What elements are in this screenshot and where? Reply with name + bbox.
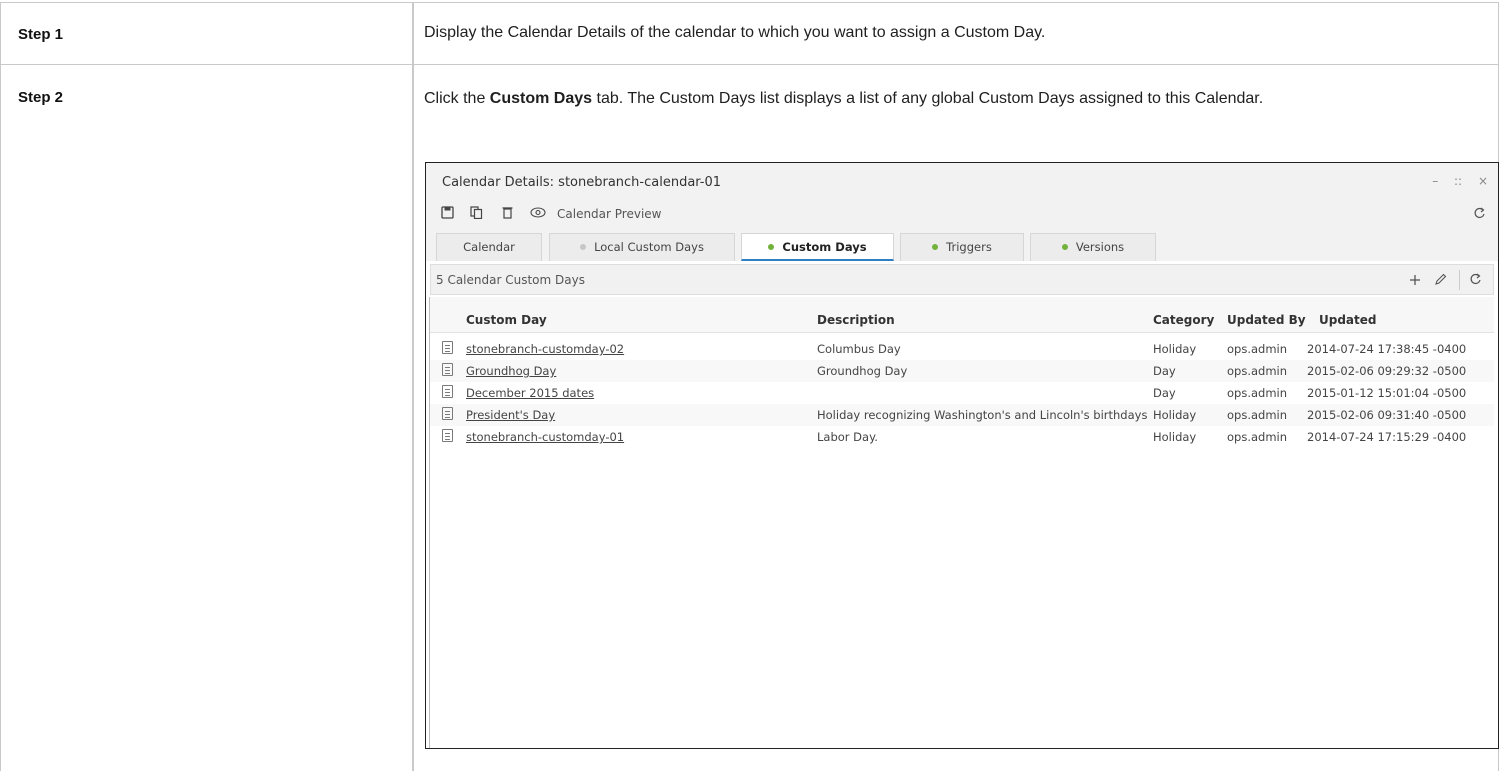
column-header-description[interactable]: Description <box>817 313 895 327</box>
tab-label: Custom Days <box>782 240 867 254</box>
updated-by-cell: ops.admin <box>1227 386 1288 400</box>
tab-label: Local Custom Days <box>594 240 704 254</box>
record-icon <box>442 429 453 442</box>
category-cell: Holiday <box>1153 408 1197 422</box>
table-row[interactable]: stonebranch-customday-01 Labor Day. Holi… <box>430 426 1494 448</box>
step-label: Step 2 <box>18 89 64 106</box>
step-label-cell: Step 2 <box>1 65 414 771</box>
updated-by-cell: ops.admin <box>1227 364 1288 378</box>
preview-eye-icon[interactable] <box>530 207 546 218</box>
column-header-category[interactable]: Category <box>1153 313 1214 327</box>
list-refresh-icon[interactable] <box>1469 273 1482 286</box>
category-cell: Day <box>1153 386 1176 400</box>
description-cell: Holiday recognizing Washington's and Lin… <box>817 408 1148 422</box>
table-row[interactable]: Groundhog Day Groundhog Day Day ops.admi… <box>430 360 1494 382</box>
tab-bar: Calendar Local Custom Days Custom Days T… <box>426 227 1498 261</box>
description-cell: Columbus Day <box>817 342 901 356</box>
tab-calendar[interactable]: Calendar <box>436 233 542 261</box>
list-header-bar: 5 Calendar Custom Days <box>430 264 1494 295</box>
step-description-cell: Display the Calendar Details of the cale… <box>416 3 1498 64</box>
delete-icon[interactable] <box>502 206 513 219</box>
updated-cell: 2015-02-06 09:31:40 -0500 <box>1307 408 1467 422</box>
step-label-cell: Step 1 <box>1 3 414 64</box>
category-cell: Holiday <box>1153 430 1197 444</box>
window-toolbar: Calendar Preview <box>426 201 1498 227</box>
description-cell: Labor Day. <box>817 430 878 444</box>
updated-by-cell: ops.admin <box>1227 408 1288 422</box>
record-icon <box>442 385 453 398</box>
calendar-details-window: Calendar Details: stonebranch-calendar-0… <box>425 162 1499 749</box>
updated-by-cell: ops.admin <box>1227 430 1288 444</box>
save-icon[interactable] <box>441 206 454 219</box>
record-icon <box>442 363 453 376</box>
column-header-updated[interactable]: Updated <box>1319 313 1377 327</box>
status-dot-icon <box>932 243 939 250</box>
window-title: Calendar Details: stonebranch-calendar-0… <box>442 175 722 190</box>
step-description: Display the Calendar Details of the cale… <box>424 24 1046 41</box>
updated-cell: 2015-01-12 15:01:04 -0500 <box>1307 386 1467 400</box>
tab-label: Versions <box>1075 240 1125 254</box>
custom-day-link[interactable]: President's Day <box>466 408 555 422</box>
custom-day-link[interactable]: Groundhog Day <box>466 364 556 378</box>
list-column-header: Custom Day Description Category Updated … <box>430 297 1494 333</box>
step-label: Step 1 <box>18 26 64 43</box>
tab-versions[interactable]: Versions <box>1030 233 1156 261</box>
record-icon <box>442 341 453 354</box>
category-cell: Day <box>1153 364 1176 378</box>
copy-icon[interactable] <box>470 206 483 219</box>
step-description: Click the Custom Days tab. The Custom Da… <box>424 89 1438 109</box>
updated-cell: 2015-02-06 09:29:32 -0500 <box>1307 364 1467 378</box>
category-cell: Holiday <box>1153 342 1197 356</box>
custom-day-link[interactable]: December 2015 dates <box>466 386 594 400</box>
maximize-icon[interactable]: :: <box>1454 174 1462 188</box>
updated-cell: 2014-07-24 17:38:45 -0400 <box>1307 342 1467 356</box>
window-controls: – :: × <box>1420 174 1488 188</box>
list-count: 5 Calendar Custom Days <box>436 273 585 287</box>
toolbar-divider <box>1459 270 1460 290</box>
tab-triggers[interactable]: Triggers <box>900 233 1024 261</box>
description-cell: Groundhog Day <box>817 364 908 378</box>
status-dot-icon <box>768 243 775 250</box>
table-row[interactable]: December 2015 dates Day ops.admin 2015-0… <box>430 382 1494 404</box>
close-icon[interactable]: × <box>1478 174 1488 188</box>
table-row[interactable]: stonebranch-customday-02 Columbus Day Ho… <box>430 338 1494 360</box>
custom-day-link[interactable]: stonebranch-customday-01 <box>466 430 624 444</box>
tab-label: Calendar <box>463 240 515 254</box>
step-text-bold: Custom Days <box>489 90 593 107</box>
record-icon <box>442 407 453 420</box>
tab-label: Triggers <box>946 240 992 254</box>
minimize-icon[interactable]: – <box>1432 174 1438 188</box>
updated-cell: 2014-07-24 17:15:29 -0400 <box>1307 430 1467 444</box>
edit-icon[interactable] <box>1434 273 1447 286</box>
calendar-preview-button[interactable]: Calendar Preview <box>557 207 661 221</box>
tab-custom-days[interactable]: Custom Days <box>741 233 894 261</box>
add-icon[interactable] <box>1409 274 1421 286</box>
step-text-pre: Click the <box>424 90 490 107</box>
column-header-updated-by[interactable]: Updated By <box>1227 313 1306 327</box>
refresh-icon[interactable] <box>1473 207 1486 220</box>
column-header-custom-day[interactable]: Custom Day <box>466 313 547 327</box>
custom-day-link[interactable]: stonebranch-customday-02 <box>466 342 624 356</box>
status-dot-icon <box>1061 243 1068 250</box>
status-dot-icon <box>580 243 587 250</box>
tab-local-custom-days[interactable]: Local Custom Days <box>549 233 735 261</box>
step-text-post: tab. The Custom Days list displays a lis… <box>592 90 1264 107</box>
step-row-1: Step 1 Display the Calendar Details of t… <box>0 2 1499 64</box>
updated-by-cell: ops.admin <box>1227 342 1288 356</box>
window-titlebar: Calendar Details: stonebranch-calendar-0… <box>426 163 1498 201</box>
table-row[interactable]: President's Day Holiday recognizing Wash… <box>430 404 1494 426</box>
grid-left-border <box>429 297 430 748</box>
